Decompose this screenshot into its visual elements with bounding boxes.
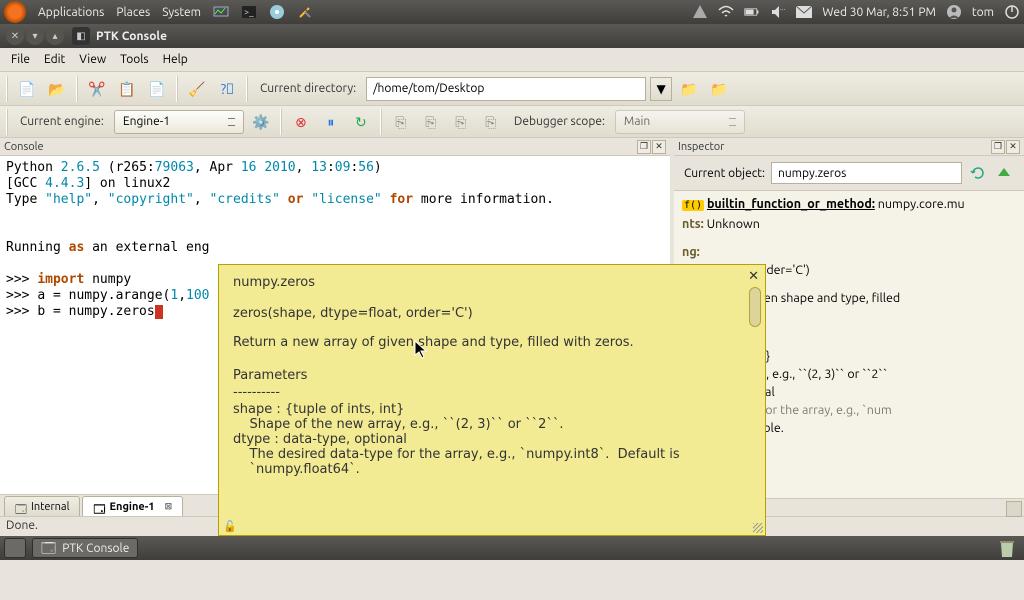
maximize-button[interactable]: ▴ xyxy=(46,27,64,45)
inspector-maximize-button[interactable]: ❐ xyxy=(991,140,1005,154)
console-pane-header: Console ❐ ✕ xyxy=(0,138,670,156)
parent-dir-button[interactable]: 📁 xyxy=(706,76,732,102)
disc-icon[interactable] xyxy=(269,4,285,20)
copy-button[interactable]: 📋 xyxy=(114,76,140,102)
close-button[interactable]: ✕ xyxy=(6,27,24,45)
new-button[interactable]: 📄 xyxy=(14,76,40,102)
tooltip-title: numpy.zeros xyxy=(233,275,751,290)
trash-icon[interactable] xyxy=(994,537,1020,559)
show-desktop-button[interactable] xyxy=(4,538,26,558)
menu-system[interactable]: System xyxy=(162,6,201,19)
user-icon xyxy=(946,4,962,20)
tab-internal[interactable]: 🗔Internal xyxy=(4,496,80,516)
svg-text:···: ··· xyxy=(780,6,785,14)
debug-continue-button[interactable]: ⎘ xyxy=(478,109,504,135)
menu-places[interactable]: Places xyxy=(116,6,150,19)
browse-button[interactable]: 📁 xyxy=(676,76,702,102)
debug-over-button[interactable]: ⎘ xyxy=(418,109,444,135)
pause-button[interactable]: ⏸ xyxy=(318,109,344,135)
run-button[interactable]: ↻ xyxy=(348,109,374,135)
doc-tooltip: ✕ numpy.zeros zeros(shape, dtype=float, … xyxy=(218,264,766,536)
window-title: PTK Console xyxy=(96,30,167,43)
tab-icon: 🗔 xyxy=(93,501,105,513)
console-maximize-button[interactable]: ❐ xyxy=(637,140,651,154)
clear-button[interactable]: 🧹 xyxy=(184,76,210,102)
tools-icon[interactable] xyxy=(297,4,313,20)
menu-applications[interactable]: Applications xyxy=(38,6,104,19)
tooltip-scrollbar[interactable] xyxy=(749,287,763,507)
engine-combo[interactable]: Engine-1 xyxy=(114,110,244,134)
stop-button[interactable]: ⊗ xyxy=(288,109,314,135)
paste-button[interactable]: 📄 xyxy=(144,76,170,102)
help-button[interactable]: ?⃝ xyxy=(214,76,240,102)
tab-icon: 🗔 xyxy=(15,501,27,513)
mail-icon[interactable] xyxy=(796,4,812,20)
svg-text:>_: >_ xyxy=(244,7,254,17)
inspector-pane-header: Inspector ❐ ✕ xyxy=(674,138,1024,156)
minimize-button[interactable]: ▾ xyxy=(26,27,44,45)
cursor-block xyxy=(155,305,163,319)
up-button[interactable] xyxy=(994,163,1014,183)
taskbar-ptk-button[interactable]: 🗔PTK Console xyxy=(32,538,138,558)
engine-label: Current engine: xyxy=(14,115,110,128)
updates-icon[interactable] xyxy=(692,4,708,20)
tooltip-description: Return a new array of given shape and ty… xyxy=(233,335,751,350)
menu-tools[interactable]: Tools xyxy=(113,51,156,68)
user-name[interactable]: tom xyxy=(972,6,994,19)
tooltip-lock-icon[interactable]: 🔓 xyxy=(223,520,237,533)
tab-close-icon[interactable]: ⊠ xyxy=(165,501,173,512)
wifi-icon[interactable] xyxy=(718,4,734,20)
tooltip-rule: ---------- xyxy=(233,385,751,400)
power-icon[interactable] xyxy=(1004,4,1020,20)
app-icon: ◧ xyxy=(72,27,90,45)
cut-button[interactable]: ✂️ xyxy=(84,76,110,102)
engine-settings-button[interactable]: ⚙️ xyxy=(248,109,274,135)
menu-help[interactable]: Help xyxy=(156,51,195,68)
inspector-object-label: Current object: xyxy=(684,167,765,180)
menu-view[interactable]: View xyxy=(72,51,113,68)
debug-out-button[interactable]: ⎘ xyxy=(448,109,474,135)
clock[interactable]: Wed 30 Mar, 8:51 PM xyxy=(822,6,936,19)
inspector-close-button[interactable]: ✕ xyxy=(1006,140,1020,154)
refresh-button[interactable] xyxy=(968,163,988,183)
scope-label: Debugger scope: xyxy=(508,115,611,128)
toolbar-engine: Current engine: Engine-1 ⚙️ ⊗ ⏸ ↻ ⎘ ⎘ ⎘ … xyxy=(0,106,1024,138)
dir-label: Current directory: xyxy=(254,82,362,95)
tab-engine-1[interactable]: 🗔Engine-1⊠ xyxy=(82,496,183,516)
tooltip-body: shape : {tuple of ints, int} Shape of th… xyxy=(233,402,751,477)
system-top-bar: Applications Places System >_ ··· Wed 30… xyxy=(0,0,1024,24)
bottom-taskbar: 🗔PTK Console xyxy=(0,536,1024,560)
battery-icon[interactable] xyxy=(744,4,760,20)
scope-combo[interactable]: Main xyxy=(615,110,745,134)
debug-step-button[interactable]: ⎘ xyxy=(388,109,414,135)
tooltip-signature: zeros(shape, dtype=float, order='C') xyxy=(233,306,751,321)
app-icon: 🗔 xyxy=(41,541,56,555)
console-close-button[interactable]: ✕ xyxy=(652,140,666,154)
window-titlebar[interactable]: ✕ ▾ ▴ ◧ PTK Console xyxy=(0,24,1024,48)
tooltip-section-heading: Parameters xyxy=(233,368,751,383)
monitor-icon[interactable] xyxy=(213,4,229,20)
function-icon: f() xyxy=(682,200,704,211)
menubar: File Edit View Tools Help xyxy=(0,48,1024,72)
menu-edit[interactable]: Edit xyxy=(37,51,72,68)
toolbar-main: 📄 📂 ✂️ 📋 📄 🧹 ?⃝ Current directory: /home… xyxy=(0,72,1024,106)
directory-input[interactable]: /home/tom/Desktop xyxy=(366,77,646,101)
directory-dropdown[interactable]: ▼ xyxy=(650,77,672,101)
volume-icon[interactable]: ··· xyxy=(770,4,786,20)
tooltip-resize-handle[interactable] xyxy=(753,523,763,533)
ubuntu-launcher-icon[interactable] xyxy=(4,1,26,23)
inspector-object-input[interactable]: numpy.zeros xyxy=(771,162,962,184)
open-button[interactable]: 📂 xyxy=(44,76,70,102)
tooltip-close-button[interactable]: ✕ xyxy=(748,269,759,284)
terminal-icon[interactable]: >_ xyxy=(241,4,257,20)
menu-file[interactable]: File xyxy=(4,51,37,68)
